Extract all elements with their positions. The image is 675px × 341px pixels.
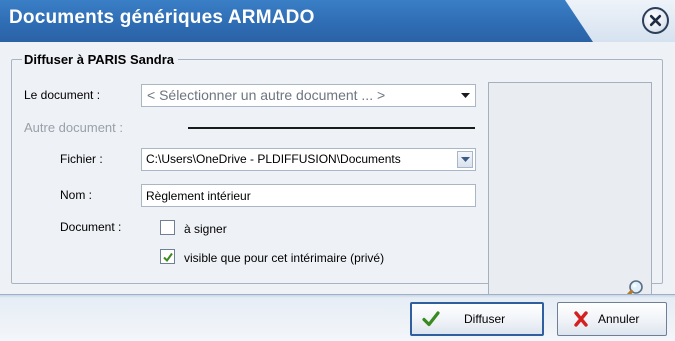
sign-checkbox-label: à signer xyxy=(184,222,227,236)
document-select-value: < Sélectionner un autre document ... > xyxy=(147,87,386,103)
close-icon xyxy=(649,14,662,27)
window-title: Documents génériques ARMADO xyxy=(9,7,315,28)
document-type-label: Document : xyxy=(60,220,122,234)
red-x-icon xyxy=(574,311,588,327)
document-preview xyxy=(488,82,652,308)
file-label: Fichier : xyxy=(60,152,103,166)
chevron-down-icon xyxy=(457,151,473,168)
document-select[interactable]: < Sélectionner un autre document ... > xyxy=(141,84,476,107)
private-checkbox-label: visible que pour cet intérimaire (privé) xyxy=(184,251,385,265)
section-divider xyxy=(188,127,475,129)
other-document-label: Autre document : xyxy=(24,120,123,135)
dialog-footer: Diffuser Annuler xyxy=(0,294,675,341)
close-button[interactable] xyxy=(642,7,669,34)
name-field[interactable]: Règlement intérieur xyxy=(141,184,476,207)
title-bar: Documents génériques ARMADO xyxy=(0,0,675,42)
dialog-window: Documents génériques ARMADO Diffuser à P… xyxy=(0,0,675,341)
private-checkbox[interactable] xyxy=(160,249,175,264)
diffuse-button[interactable]: Diffuser xyxy=(410,302,544,336)
file-path-value: C:\Users\OneDrive - PLDIFFUSION\Document… xyxy=(146,152,401,166)
checkmark-icon xyxy=(422,311,440,327)
cancel-button[interactable]: Annuler xyxy=(557,302,667,336)
chevron-down-icon xyxy=(457,87,473,104)
group-title: Diffuser à PARIS Sandra xyxy=(22,52,179,67)
name-label: Nom : xyxy=(60,188,93,202)
checkmark-icon xyxy=(163,252,173,263)
dialog-content: Diffuser à PARIS Sandra Le document : < … xyxy=(0,42,675,308)
sign-checkbox[interactable] xyxy=(160,220,175,235)
diffuse-button-label: Diffuser xyxy=(464,312,506,326)
file-select[interactable]: C:\Users\OneDrive - PLDIFFUSION\Document… xyxy=(141,148,476,171)
name-field-value: Règlement intérieur xyxy=(146,189,251,203)
document-label: Le document : xyxy=(24,88,101,102)
cancel-button-label: Annuler xyxy=(598,312,640,326)
